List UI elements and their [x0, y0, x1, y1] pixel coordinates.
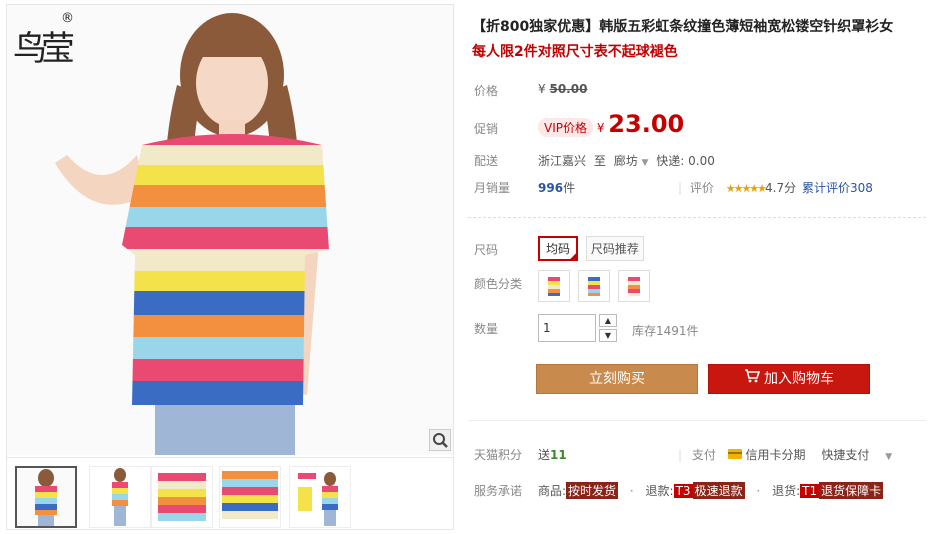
shipping-info: 浙江嘉兴 至 廊坊 ▼ 快递: 0.00 — [538, 152, 715, 169]
promo-price-value: 23.00 — [608, 110, 685, 138]
monthly-sales: 996件 — [538, 179, 575, 196]
promo-price: VIP价格 ¥ 23.00 — [538, 110, 684, 138]
brand-logo: 鸟莹 ® — [13, 11, 77, 77]
product-info-panel: 【折800独家优惠】韩版五彩虹条纹撞色薄短袖宽松镂空针织罩衫女 每人限2件对照尺… — [464, 0, 926, 534]
logo-mark: 鸟莹 — [13, 29, 75, 69]
ship-to-word: 至 — [593, 154, 606, 168]
quantity-increase-button[interactable]: ▲ — [599, 314, 617, 327]
product-page: 鸟莹 ® 【折800独家优惠】韩版五彩虹条纹撞色薄短袖宽松镂空针织罩衫女 每人限… — [0, 0, 930, 534]
thumbnail-5[interactable] — [289, 466, 351, 528]
points-send: 送 — [538, 448, 551, 462]
ship-destination: 廊坊 — [613, 154, 638, 168]
service-goods: 商品: 按时发货 · 退款: T3 极速退款 · 退货: T1 退货保障卡 — [538, 482, 884, 499]
product-title: 【折800独家优惠】韩版五彩虹条纹撞色薄短袖宽松镂空针织罩衫女 — [472, 19, 894, 35]
checkmark-icon: ◢ — [570, 251, 578, 261]
size-option-selected[interactable]: 均码 ◢ — [538, 236, 579, 261]
service-goods-label: 商品: — [538, 484, 567, 498]
size-label: 尺码 — [474, 243, 499, 257]
price-box: 价格 ¥ 50.00 促销 VIP价格 ¥ 23.00 配送 浙江嘉兴 至 廊坊… — [464, 70, 926, 208]
product-gallery: 鸟莹 ® — [6, 4, 454, 530]
chevron-down-icon[interactable]: ▼ — [885, 452, 892, 462]
divider — [468, 217, 926, 218]
vip-badge: VIP价格 — [538, 118, 593, 137]
color-swatch-1[interactable] — [538, 270, 570, 302]
service-label: 服务承诺 — [474, 484, 523, 498]
size-option-label: 均码 — [546, 242, 571, 256]
credit-card-icon — [727, 448, 742, 462]
cart-icon — [744, 365, 761, 393]
return-guarantee-tag[interactable]: 退货保障卡 — [819, 482, 884, 499]
payment-info: | 支付 信用卡分期 快捷支付 ▼ — [678, 448, 893, 462]
ship-destination-select[interactable]: 廊坊 ▼ — [614, 154, 649, 168]
promo-price-label: 促销 — [474, 122, 499, 136]
currency-symbol: ¥ — [538, 82, 546, 96]
on-time-ship-tag[interactable]: 按时发货 — [566, 482, 619, 499]
quick-pay[interactable]: 快捷支付 — [821, 448, 869, 462]
list-price-value: 50.00 — [549, 82, 588, 96]
payment-label: 支付 — [691, 448, 716, 462]
rating-label: 评价 — [689, 181, 714, 195]
chevron-down-icon: ▼ — [641, 158, 649, 168]
monthly-sales-label: 月销量 — [474, 181, 511, 195]
points-label: 天猫积分 — [474, 448, 523, 462]
quantity-decrease-button[interactable]: ▼ — [599, 329, 617, 342]
reviews-link[interactable]: 累计评价308 — [802, 181, 873, 195]
color-swatch-2[interactable] — [578, 270, 610, 302]
thumbnail-4[interactable] — [219, 466, 281, 528]
thumbnail-strip — [7, 457, 453, 529]
rating-score: 4.7分 — [765, 181, 797, 195]
rating-info: | 评价 ★★★★★4.7分 累计评价308 — [678, 181, 873, 195]
color-swatch-3[interactable] — [618, 270, 650, 302]
quantity-label: 数量 — [474, 322, 499, 336]
service-return-label: 退货: — [772, 484, 801, 498]
buy-now-button[interactable]: 立刻购买 — [536, 364, 698, 394]
points-info: 送11 — [538, 446, 567, 463]
color-label: 颜色分类 — [474, 277, 523, 291]
add-to-cart-label: 加入购物车 — [764, 371, 834, 387]
return-tag-code: T1 — [800, 484, 820, 498]
magnifier-icon[interactable] — [429, 429, 451, 451]
size-recommend-button[interactable]: 尺码推荐 — [585, 236, 644, 261]
credit-installment[interactable]: 信用卡分期 — [746, 448, 806, 462]
sales-unit: 件 — [563, 181, 576, 195]
ship-from: 浙江嘉兴 — [538, 154, 587, 168]
thumbnail-1[interactable] — [15, 466, 77, 528]
quantity-input[interactable] — [538, 314, 596, 342]
shipping-fee: 快递: 0.00 — [656, 154, 715, 168]
shipping-label: 配送 — [474, 154, 499, 168]
divider — [468, 420, 926, 421]
points-amount: 11 — [550, 448, 567, 462]
sales-count: 996 — [538, 181, 564, 195]
stock-count: 库存1491件 — [632, 324, 699, 338]
registered-mark: ® — [61, 11, 74, 26]
fast-refund-tag[interactable]: 极速退款 — [692, 482, 745, 499]
product-subtitle: 每人限2件对照尺寸表不起球褪色 — [472, 44, 678, 60]
list-price: ¥ 50.00 — [538, 82, 587, 96]
thumbnail-2[interactable] — [89, 466, 151, 528]
refund-tag-code: T3 — [673, 484, 693, 498]
currency-symbol: ¥ — [596, 121, 605, 135]
list-price-label: 价格 — [474, 84, 499, 98]
service-refund-label: 退款: — [645, 484, 674, 498]
size-options: 均码 ◢ 尺码推荐 — [538, 236, 644, 261]
thumbnail-3[interactable] — [151, 466, 213, 528]
main-product-image[interactable]: 鸟莹 ® — [7, 5, 453, 455]
star-rating-icon: ★★★★★ — [725, 182, 767, 195]
add-to-cart-button[interactable]: 加入购物车 — [708, 364, 870, 394]
